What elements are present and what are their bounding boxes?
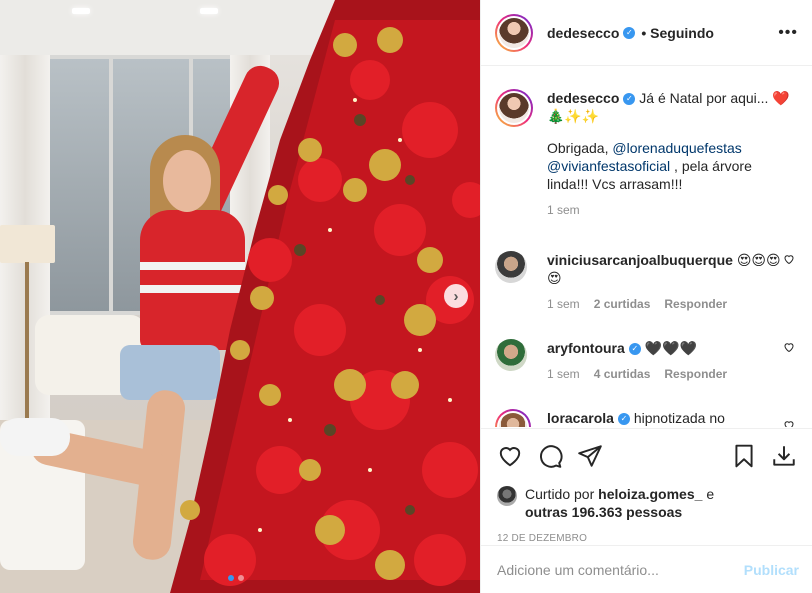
reply-button[interactable]: Responder: [664, 367, 727, 381]
like-comment-heart-icon[interactable]: [783, 253, 795, 265]
comment-text: hipnotizada no: [633, 410, 725, 426]
avatar[interactable]: [499, 413, 527, 427]
caption-time[interactable]: 1 sem: [547, 203, 580, 217]
comment-text: 🖤🖤🖤: [644, 340, 697, 356]
comment-item: loracarola ✓ hipnotizada no: [495, 409, 795, 427]
post-photo[interactable]: ›: [0, 0, 480, 593]
comment-username[interactable]: aryfontoura: [547, 340, 625, 356]
avatar[interactable]: [497, 486, 517, 506]
avatar[interactable]: [499, 17, 529, 48]
save-bookmark-icon[interactable]: [731, 443, 757, 469]
comment-likes[interactable]: 2 curtidas: [594, 297, 651, 311]
comment-username[interactable]: viniciusarcanjoalbuquerque: [547, 252, 733, 268]
caption-username[interactable]: dedesecco: [547, 90, 619, 106]
caption-avatar-ring[interactable]: [495, 89, 533, 127]
post-actions: Curtido por heloiza.gomes_ e outras 196.…: [481, 428, 812, 544]
comment-username[interactable]: loracarola: [547, 410, 614, 426]
verified-badge-icon: ✓: [623, 93, 636, 106]
likes-summary: Curtido por heloiza.gomes_ e outras 196.…: [497, 485, 797, 521]
carousel-dot: [238, 575, 244, 581]
liked-by-user[interactable]: heloiza.gomes_: [598, 486, 702, 502]
comment-time[interactable]: 1 sem: [547, 297, 580, 311]
verified-badge-icon: ✓: [623, 26, 636, 39]
carousel-next-button[interactable]: ›: [444, 284, 468, 308]
christmas-tree: [170, 0, 480, 593]
download-icon[interactable]: [771, 443, 797, 469]
comments-list[interactable]: dedesecco ✓ Já é Natal por aqui... ❤️🎄✨✨ …: [481, 67, 812, 427]
post-sidebar: dedesecco ✓ • Seguindo ••• dedesecco ✓ Já…: [480, 0, 812, 593]
liked-by-prefix: Curtido por: [525, 486, 595, 502]
share-send-icon[interactable]: [577, 443, 603, 469]
post-date[interactable]: 12 de dezembro: [497, 533, 797, 544]
liked-by-others[interactable]: outras 196.363 pessoas: [525, 504, 682, 520]
like-heart-icon[interactable]: [497, 443, 523, 469]
comment-item: aryfontoura ✓ 🖤🖤🖤 1 sem 4 curtidas Respon…: [495, 339, 795, 381]
publish-button[interactable]: Publicar: [744, 562, 799, 578]
comment-input[interactable]: [497, 561, 744, 578]
caption: dedesecco ✓ Já é Natal por aqui... ❤️🎄✨✨ …: [495, 89, 795, 217]
mention-link[interactable]: @vivianfestasoficial: [547, 158, 670, 174]
floor-lamp: [0, 225, 55, 263]
liked-by-connector: e: [706, 486, 715, 502]
caption-thanks: Obrigada,: [547, 140, 609, 156]
comment-bubble-icon[interactable]: [537, 443, 563, 469]
carousel-dots: [228, 575, 244, 581]
add-comment-bar: Publicar: [481, 545, 812, 593]
carousel-dot-active: [228, 575, 234, 581]
story-ring[interactable]: [495, 409, 531, 427]
avatar[interactable]: [495, 251, 527, 283]
like-comment-heart-icon[interactable]: [783, 341, 795, 353]
avatar[interactable]: [495, 339, 527, 371]
post-header: dedesecco ✓ • Seguindo •••: [481, 0, 812, 66]
story-ring[interactable]: [495, 13, 533, 52]
verified-badge-icon: ✓: [617, 413, 630, 426]
comment-likes[interactable]: 4 curtidas: [594, 367, 651, 381]
sneaker: [0, 418, 70, 456]
lamp-pole: [25, 262, 29, 432]
like-comment-heart-icon[interactable]: [783, 419, 795, 427]
author-username[interactable]: dedesecco: [547, 25, 619, 41]
avatar[interactable]: [499, 93, 529, 123]
following-status[interactable]: • Seguindo: [641, 25, 714, 41]
more-options-icon[interactable]: •••: [778, 24, 798, 42]
ceiling-light: [72, 8, 90, 14]
comment-time[interactable]: 1 sem: [547, 367, 580, 381]
verified-badge-icon: ✓: [628, 343, 641, 356]
reply-button[interactable]: Responder: [664, 297, 727, 311]
comment-item: viniciusarcanjoalbuquerque 😍😍😍😍 1 sem 2 …: [495, 251, 795, 311]
mention-link[interactable]: @lorenaduquefestas: [612, 140, 741, 156]
